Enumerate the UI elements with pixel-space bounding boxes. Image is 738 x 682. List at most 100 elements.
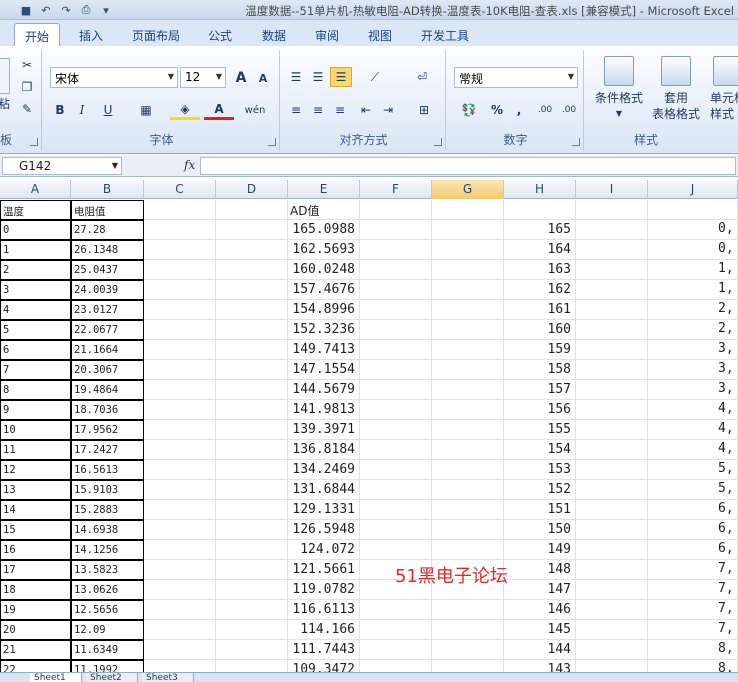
increase-indent-icon[interactable]: ⇥ bbox=[378, 100, 398, 120]
cell-c[interactable] bbox=[144, 340, 216, 360]
cell-i[interactable] bbox=[576, 640, 648, 660]
cell-d[interactable] bbox=[216, 540, 288, 560]
cell-f[interactable] bbox=[360, 260, 432, 280]
cell-d[interactable] bbox=[216, 340, 288, 360]
cell-d[interactable] bbox=[216, 600, 288, 620]
cell-a[interactable]: 17 bbox=[0, 560, 71, 580]
cell-e[interactable]: 124.072 bbox=[288, 540, 360, 560]
cell-g[interactable] bbox=[432, 280, 504, 300]
cell-i[interactable] bbox=[576, 540, 648, 560]
cell-g[interactable] bbox=[432, 620, 504, 640]
cell-a[interactable]: 4 bbox=[0, 300, 71, 320]
cell-i[interactable] bbox=[576, 320, 648, 340]
cell-j[interactable]: 0, bbox=[648, 220, 738, 240]
cell-f[interactable] bbox=[360, 660, 432, 672]
cell-d[interactable] bbox=[216, 200, 288, 220]
cell-g[interactable] bbox=[432, 520, 504, 540]
cell-c[interactable] bbox=[144, 380, 216, 400]
cell-a[interactable]: 20 bbox=[0, 620, 71, 640]
cell-f[interactable] bbox=[360, 500, 432, 520]
cell-d[interactable] bbox=[216, 560, 288, 580]
cell-g[interactable] bbox=[432, 380, 504, 400]
cell-d[interactable] bbox=[216, 280, 288, 300]
cell-j[interactable]: 7, bbox=[648, 580, 738, 600]
column-header-c[interactable]: C bbox=[144, 180, 216, 199]
cell-a[interactable]: 温度 bbox=[0, 200, 71, 220]
cell-j[interactable]: 8, bbox=[648, 640, 738, 660]
cell-b[interactable]: 26.1348 bbox=[71, 240, 144, 260]
currency-icon[interactable]: 💱 bbox=[454, 100, 484, 120]
cut-icon[interactable]: ✂ bbox=[18, 56, 36, 74]
cell-c[interactable] bbox=[144, 360, 216, 380]
font-color-icon[interactable]: A bbox=[204, 100, 234, 120]
cell-f[interactable] bbox=[360, 220, 432, 240]
fill-color-icon[interactable]: ◈ bbox=[170, 100, 200, 120]
cell-a[interactable]: 15 bbox=[0, 520, 71, 540]
shrink-font-button[interactable]: A bbox=[254, 69, 272, 87]
cell-e[interactable]: 147.1554 bbox=[288, 360, 360, 380]
cell-d[interactable] bbox=[216, 440, 288, 460]
cell-f[interactable] bbox=[360, 520, 432, 540]
borders-icon[interactable]: ▦ bbox=[132, 100, 160, 120]
cell-i[interactable] bbox=[576, 300, 648, 320]
cell-h[interactable]: 156 bbox=[504, 400, 576, 420]
cell-h[interactable]: 151 bbox=[504, 500, 576, 520]
column-header-i[interactable]: I bbox=[576, 180, 648, 199]
font-name-select[interactable]: 宋体 ▼ bbox=[50, 67, 178, 88]
tab-data[interactable]: 数据 bbox=[252, 23, 296, 46]
cell-g[interactable] bbox=[432, 240, 504, 260]
cell-h[interactable]: 165 bbox=[504, 220, 576, 240]
cell-h[interactable]: 155 bbox=[504, 420, 576, 440]
tab-review[interactable]: 审阅 bbox=[305, 23, 349, 46]
cell-g[interactable] bbox=[432, 300, 504, 320]
column-header-d[interactable]: D bbox=[216, 180, 288, 199]
cell-d[interactable] bbox=[216, 500, 288, 520]
cell-e[interactable]: 139.3971 bbox=[288, 420, 360, 440]
cell-f[interactable] bbox=[360, 340, 432, 360]
cell-h[interactable]: 150 bbox=[504, 520, 576, 540]
cell-e[interactable]: 114.166 bbox=[288, 620, 360, 640]
align-left-icon[interactable]: ≡ bbox=[286, 100, 306, 120]
cell-j[interactable]: 6, bbox=[648, 500, 738, 520]
cell-c[interactable] bbox=[144, 240, 216, 260]
cell-d[interactable] bbox=[216, 380, 288, 400]
tab-page-layout[interactable]: 页面布局 bbox=[124, 23, 188, 46]
cell-j[interactable]: 7, bbox=[648, 620, 738, 640]
cell-i[interactable] bbox=[576, 200, 648, 220]
tab-insert[interactable]: 插入 bbox=[70, 23, 112, 46]
increase-decimal-button[interactable]: .00 bbox=[534, 100, 556, 120]
alignment-launcher-icon[interactable] bbox=[434, 138, 442, 146]
print-preview-icon[interactable]: ⎙ bbox=[78, 2, 94, 18]
cell-d[interactable] bbox=[216, 400, 288, 420]
cell-c[interactable] bbox=[144, 620, 216, 640]
sheet-tab-2[interactable]: Sheet2 bbox=[86, 673, 138, 682]
align-right-icon[interactable]: ≡ bbox=[330, 100, 350, 120]
cell-e[interactable]: 157.4676 bbox=[288, 280, 360, 300]
cell-j[interactable]: 2, bbox=[648, 300, 738, 320]
clipboard-launcher-icon[interactable] bbox=[30, 138, 38, 146]
cell-c[interactable] bbox=[144, 520, 216, 540]
cell-i[interactable] bbox=[576, 380, 648, 400]
cell-b[interactable]: 17.2427 bbox=[71, 440, 144, 460]
percent-button[interactable]: % bbox=[488, 100, 506, 120]
cell-g[interactable] bbox=[432, 420, 504, 440]
cell-j[interactable]: 4, bbox=[648, 420, 738, 440]
cell-e[interactable]: 144.5679 bbox=[288, 380, 360, 400]
cell-h[interactable] bbox=[504, 200, 576, 220]
cell-d[interactable] bbox=[216, 480, 288, 500]
cell-i[interactable] bbox=[576, 660, 648, 672]
cell-c[interactable] bbox=[144, 440, 216, 460]
cell-j[interactable]: 4, bbox=[648, 440, 738, 460]
cell-f[interactable] bbox=[360, 400, 432, 420]
cell-f[interactable] bbox=[360, 600, 432, 620]
phonetic-button[interactable]: wén bbox=[240, 100, 270, 120]
cell-a[interactable]: 5 bbox=[0, 320, 71, 340]
cell-i[interactable] bbox=[576, 280, 648, 300]
cell-d[interactable] bbox=[216, 220, 288, 240]
cell-h[interactable]: 163 bbox=[504, 260, 576, 280]
cell-c[interactable] bbox=[144, 400, 216, 420]
cell-g[interactable] bbox=[432, 600, 504, 620]
cell-h[interactable]: 146 bbox=[504, 600, 576, 620]
cell-a[interactable]: 7 bbox=[0, 360, 71, 380]
cell-b[interactable]: 15.9103 bbox=[71, 480, 144, 500]
